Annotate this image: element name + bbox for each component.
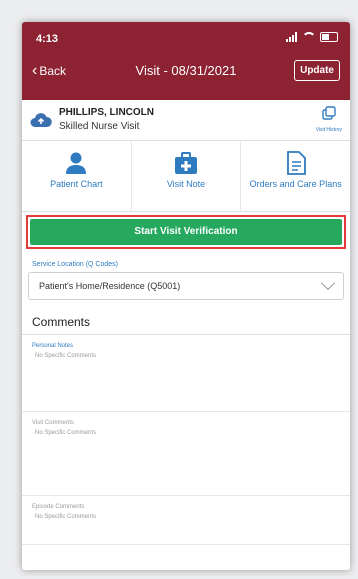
phone-screen: 4:13 ‹ Back Visit - 08/31/2021 Update PH… [22, 22, 350, 570]
history-icon [322, 106, 336, 120]
patient-info: PHILLIPS, LINCOLN Skilled Nurse Visit Vi… [22, 100, 350, 141]
visit-comments-section[interactable]: Visit Comments No Specific Comments [22, 420, 350, 496]
visit-history-button[interactable]: Visit History [316, 105, 342, 133]
nav-bar: ‹ Back Visit - 08/31/2021 Update [22, 52, 350, 92]
comments-heading: Comments [22, 310, 350, 335]
start-visit-verification-button[interactable]: Start Visit Verification [30, 219, 342, 245]
service-location-value: Patient's Home/Residence (Q5001) [39, 281, 181, 291]
patient-name: PHILLIPS, LINCOLN [59, 107, 154, 118]
service-location-label: Service Location (Q Codes) [32, 261, 118, 268]
status-bar: 4:13 [22, 22, 350, 52]
battery-icon [320, 32, 338, 42]
action-tiles: Patient Chart Visit Note Orders and Care… [22, 141, 350, 212]
visit-comments-text: No Specific Comments [35, 430, 97, 436]
visit-type: Skilled Nurse Visit [59, 121, 140, 132]
patient-chart-tile[interactable]: Patient Chart [22, 141, 132, 211]
service-location-select[interactable]: Patient's Home/Residence (Q5001) [28, 272, 344, 300]
status-time: 4:13 [36, 33, 59, 45]
episode-comments-label: Episode Comments [32, 504, 85, 510]
episode-comments-text: No Specific Comments [35, 514, 97, 520]
document-icon [286, 151, 306, 175]
medical-kit-icon [175, 152, 197, 174]
patient-chart-label: Patient Chart [50, 179, 103, 189]
update-button[interactable]: Update [294, 60, 340, 81]
personal-notes-label: Personal Notes [32, 343, 74, 349]
visit-comments-label: Visit Comments [32, 420, 74, 426]
personal-notes-text: No Specific Comments [35, 353, 97, 359]
personal-notes-section[interactable]: Personal Notes No Specific Comments [22, 343, 350, 412]
visit-history-label: Visit History [315, 127, 342, 133]
person-icon [66, 152, 87, 174]
visit-note-label: Visit Note [166, 179, 206, 189]
episode-comments-section[interactable]: Episode Comments No Specific Comments [22, 504, 350, 545]
signal-icon [286, 32, 298, 42]
status-icons [286, 32, 338, 42]
chevron-down-icon [320, 275, 336, 291]
verify-highlight: Start Visit Verification [26, 215, 346, 249]
wifi-icon [302, 32, 316, 42]
orders-label: Orders and Care Plans [249, 179, 342, 189]
cloud-upload-icon[interactable] [30, 112, 52, 128]
app-header: 4:13 ‹ Back Visit - 08/31/2021 Update [22, 22, 350, 100]
orders-tile[interactable]: Orders and Care Plans [241, 141, 350, 211]
visit-note-tile[interactable]: Visit Note [132, 141, 242, 211]
